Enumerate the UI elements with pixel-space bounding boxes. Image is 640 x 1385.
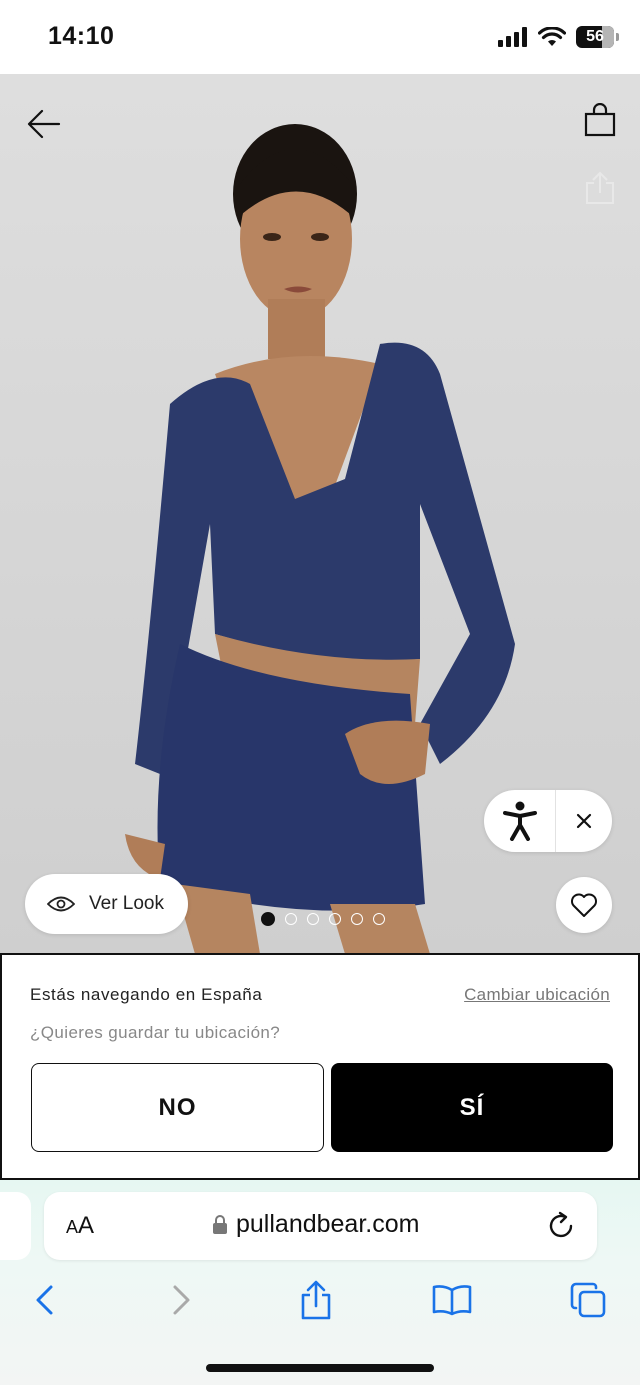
gallery-pagination <box>261 912 385 926</box>
wifi-icon <box>538 27 566 46</box>
pagination-dot[interactable] <box>373 913 385 925</box>
heart-icon <box>571 893 597 917</box>
browser-back-button[interactable] <box>22 1278 66 1322</box>
accessibility-icon <box>502 801 537 841</box>
previous-tab-preview[interactable] <box>0 1192 31 1260</box>
share-icon <box>301 1280 331 1320</box>
chevron-right-icon <box>173 1285 190 1315</box>
favorite-button[interactable] <box>556 877 612 933</box>
ver-look-button[interactable]: Ver Look <box>25 874 188 934</box>
browser-toolbar: AA pullandbear.com <box>0 1180 640 1385</box>
no-button[interactable]: NO <box>31 1063 324 1152</box>
share-button[interactable] <box>580 168 620 208</box>
url-text: pullandbear.com <box>236 1210 420 1238</box>
accessibility-button[interactable] <box>484 790 556 852</box>
close-icon <box>576 813 592 829</box>
browser-forward-button[interactable] <box>160 1278 204 1322</box>
pagination-dot[interactable] <box>307 913 319 925</box>
tabs-button[interactable] <box>566 1278 610 1322</box>
arrow-left-icon <box>27 109 61 139</box>
reader-settings-button[interactable]: AA <box>66 1212 94 1240</box>
aa-large: A <box>78 1212 95 1239</box>
pagination-dot[interactable] <box>329 913 341 925</box>
share-icon <box>586 171 614 204</box>
address-bar[interactable]: AA pullandbear.com <box>44 1192 597 1260</box>
status-bar: 14:10 56 <box>0 0 640 74</box>
pagination-dot[interactable] <box>261 912 275 926</box>
chevron-left-icon <box>36 1285 53 1315</box>
shopping-bag-icon <box>584 103 616 137</box>
reload-icon <box>549 1211 573 1238</box>
ver-look-label: Ver Look <box>89 893 164 914</box>
cellular-signal-icon <box>498 27 527 47</box>
reload-button[interactable] <box>545 1210 577 1242</box>
book-icon <box>432 1285 472 1316</box>
aa-small: A <box>66 1217 79 1237</box>
url-display[interactable]: pullandbear.com <box>212 1210 419 1239</box>
eye-icon <box>47 896 75 912</box>
shopping-bag-button[interactable] <box>578 98 622 142</box>
status-time: 14:10 <box>48 22 115 50</box>
location-banner: Estás navegando en España Cambiar ubicac… <box>0 953 640 1180</box>
location-title: Estás navegando en España <box>30 985 263 1004</box>
change-location-link[interactable]: Cambiar ubicación <box>464 985 610 1005</box>
pagination-dot[interactable] <box>285 913 297 925</box>
lock-icon <box>213 1214 227 1234</box>
browser-nav-row <box>0 1278 640 1322</box>
back-button[interactable] <box>22 102 66 146</box>
browser-share-button[interactable] <box>294 1278 338 1322</box>
battery-indicator: 56 <box>576 26 619 48</box>
product-image[interactable]: Ver Look <box>0 74 640 954</box>
location-question: ¿Quieres guardar tu ubicación? <box>30 1023 281 1042</box>
yes-button[interactable]: SÍ <box>331 1063 613 1152</box>
bookmarks-button[interactable] <box>430 1278 474 1322</box>
close-accessibility-button[interactable] <box>556 813 612 829</box>
accessibility-widget <box>484 790 612 852</box>
tabs-icon <box>570 1282 606 1318</box>
status-icons: 56 <box>498 26 619 48</box>
battery-level: 56 <box>586 28 604 45</box>
pagination-dot[interactable] <box>351 913 363 925</box>
home-indicator[interactable] <box>206 1364 434 1372</box>
